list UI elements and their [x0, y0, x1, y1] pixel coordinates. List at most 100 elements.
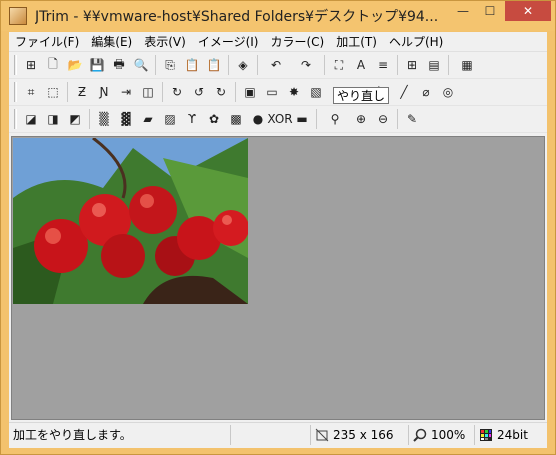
checker-icon[interactable]: ▩	[225, 108, 247, 130]
toolbar-separator	[324, 55, 325, 75]
print-preview-icon[interactable]: 🔍	[130, 54, 152, 76]
close-button[interactable]: ✕	[505, 1, 551, 21]
new-file-icon[interactable]: 🗋	[42, 54, 64, 76]
zoom-out-icon[interactable]: ⊖	[372, 108, 394, 130]
film-strip-icon[interactable]: ▤	[423, 54, 445, 76]
status-blank	[231, 424, 311, 445]
tooltip: やり直し	[333, 87, 390, 104]
bit-depth-text: 24bit	[497, 427, 528, 442]
save-icon[interactable]: 💾	[86, 54, 108, 76]
text-icon[interactable]: A	[350, 54, 372, 76]
toolbar-separator	[257, 55, 258, 75]
paste-new-icon[interactable]: 📋	[203, 54, 225, 76]
rotate-right-icon[interactable]: ↺	[188, 81, 210, 103]
jtrim-app-icon[interactable]	[9, 7, 27, 25]
magnifier-icon	[413, 428, 427, 442]
status-size: 235 x 166	[311, 424, 409, 445]
toolbar-row-1: ⊞ 🗋 📂 💾 🖶 🔍 ⎘ 📋 📋 ◈ ↶ ↷ ⛶ A ≡ ⊞ ▤ ▦	[9, 52, 547, 79]
menu-view[interactable]: 表示(V)	[138, 32, 192, 52]
fit-window-icon[interactable]: ⛶	[328, 54, 350, 76]
toolbar-separator	[448, 55, 449, 75]
zoom-menu-icon[interactable]: ⚲	[320, 108, 350, 130]
toolbar-separator	[228, 55, 229, 75]
toolbar-separator	[155, 55, 156, 75]
spotlight-icon[interactable]: ✸	[283, 81, 305, 103]
eraser-icon[interactable]: ⌀	[415, 81, 437, 103]
toolbar-grip[interactable]	[14, 82, 17, 102]
print-icon[interactable]: 🖶	[108, 54, 130, 76]
shift-icon[interactable]: ⇥	[115, 81, 137, 103]
negative-icon[interactable]: ◩	[64, 108, 86, 130]
menu-help[interactable]: ヘルプ(H)	[383, 32, 449, 52]
window-title: JTrim - ¥¥vmware-host¥Shared Folders¥デスク…	[35, 9, 439, 25]
pen-icon[interactable]: ╱	[393, 81, 415, 103]
menu-edit[interactable]: 編集(E)	[85, 32, 138, 52]
menu-image[interactable]: イメージ(I)	[192, 32, 265, 52]
grid-layout-icon[interactable]: ⊞	[401, 54, 423, 76]
toolbar-grip[interactable]	[14, 55, 17, 75]
border-icon[interactable]: ▭	[261, 81, 283, 103]
toolbar-row-3: ◪ ◨ ◩ ▒ ▓ ▰ ▨ ϒ ✿ ▩ ● XOR ▬ ⚲ ⊕ ⊖ ✎	[9, 106, 547, 133]
resize-icon[interactable]: ⬚	[42, 81, 64, 103]
flip-horizontal-icon[interactable]: Ƶ	[71, 81, 93, 103]
new-window-icon[interactable]: ⊞	[20, 54, 42, 76]
menu-file[interactable]: ファイル(F)	[9, 32, 85, 52]
color-grid-icon[interactable]: ▦	[452, 54, 482, 76]
open-folder-icon[interactable]: 📂	[64, 54, 86, 76]
image-canvas[interactable]	[11, 136, 545, 420]
color-depth-icon	[479, 428, 493, 442]
gamma-icon[interactable]: ϒ	[181, 108, 203, 130]
rgb-icon[interactable]: ●	[247, 108, 269, 130]
toolbar-grip[interactable]	[14, 109, 17, 129]
rotate-free-icon[interactable]: ↻	[210, 81, 232, 103]
blur-lines-icon[interactable]: ≡	[372, 54, 394, 76]
toolbar-separator	[67, 82, 68, 102]
status-message: 加工をやり直します。	[9, 424, 231, 445]
toolbar-row-2: ⌗ ⬚ Ƶ Ɲ ⇥ ◫ ↻ ↺ ↻ ▣ ▭ ✸ ▧ ▦ ✺ ʮ ╱ ⌀ ◎	[9, 79, 547, 106]
spiral-icon[interactable]: ◎	[437, 81, 459, 103]
status-bit: 24bit	[475, 425, 539, 445]
zoom-in-icon[interactable]: ⊕	[350, 108, 372, 130]
shadow-icon[interactable]: ▣	[239, 81, 261, 103]
toolbar-separator	[89, 109, 90, 129]
brightness-icon[interactable]: ▒	[93, 108, 115, 130]
sepia-icon[interactable]: ◨	[42, 108, 64, 130]
toolbar-separator	[162, 82, 163, 102]
paste-icon[interactable]: 📋	[181, 54, 203, 76]
client-area: ファイル(F) 編集(E) 表示(V) イメージ(I) カラー(C) 加工(T)…	[9, 32, 547, 448]
image-size-icon	[315, 428, 329, 442]
frame-icon[interactable]: ◫	[137, 81, 159, 103]
rotate-left-icon[interactable]: ↻	[166, 81, 188, 103]
menu-process[interactable]: 加工(T)	[330, 32, 383, 52]
redo-icon[interactable]: ↷	[291, 54, 321, 76]
mosaic-icon[interactable]: ▧	[305, 81, 327, 103]
title-bar[interactable]: JTrim - ¥¥vmware-host¥Shared Folders¥デスク…	[1, 1, 555, 31]
menu-bar: ファイル(F) 編集(E) 表示(V) イメージ(I) カラー(C) 加工(T)…	[9, 32, 547, 52]
xor-icon[interactable]: XOR	[267, 108, 292, 130]
capture-icon[interactable]: ◈	[232, 54, 254, 76]
image-size-text: 235 x 166	[333, 427, 394, 442]
toolbar-separator	[316, 109, 317, 129]
maximize-button[interactable]: ☐	[477, 1, 503, 21]
color-wheel-icon[interactable]: ✿	[203, 108, 225, 130]
picture-adjust-icon[interactable]: ▨	[159, 108, 181, 130]
toolbar-separator	[235, 82, 236, 102]
eyedropper-icon[interactable]: ✎	[401, 108, 423, 130]
status-bar: 加工をやり直します。 235 x 166 100% 24bit	[9, 422, 547, 446]
toolbar-separator	[397, 109, 398, 129]
app-window: JTrim - ¥¥vmware-host¥Shared Folders¥デスク…	[0, 0, 556, 455]
toolbar-separator	[397, 55, 398, 75]
color-balance-icon[interactable]: ▰	[137, 108, 159, 130]
histogram-icon[interactable]: ▬	[291, 108, 313, 130]
minimize-button[interactable]: —	[449, 1, 477, 21]
flip-vertical-icon[interactable]: Ɲ	[93, 81, 115, 103]
grayscale-icon[interactable]: ◪	[20, 108, 42, 130]
copy-icon[interactable]: ⎘	[159, 54, 181, 76]
contrast-icon[interactable]: ▓	[115, 108, 137, 130]
crop-icon[interactable]: ⌗	[20, 81, 42, 103]
status-zoom: 100%	[409, 424, 475, 445]
cherry-photo	[13, 138, 248, 304]
undo-icon[interactable]: ↶	[261, 54, 291, 76]
cherry-image	[13, 138, 248, 304]
menu-color[interactable]: カラー(C)	[264, 32, 330, 52]
